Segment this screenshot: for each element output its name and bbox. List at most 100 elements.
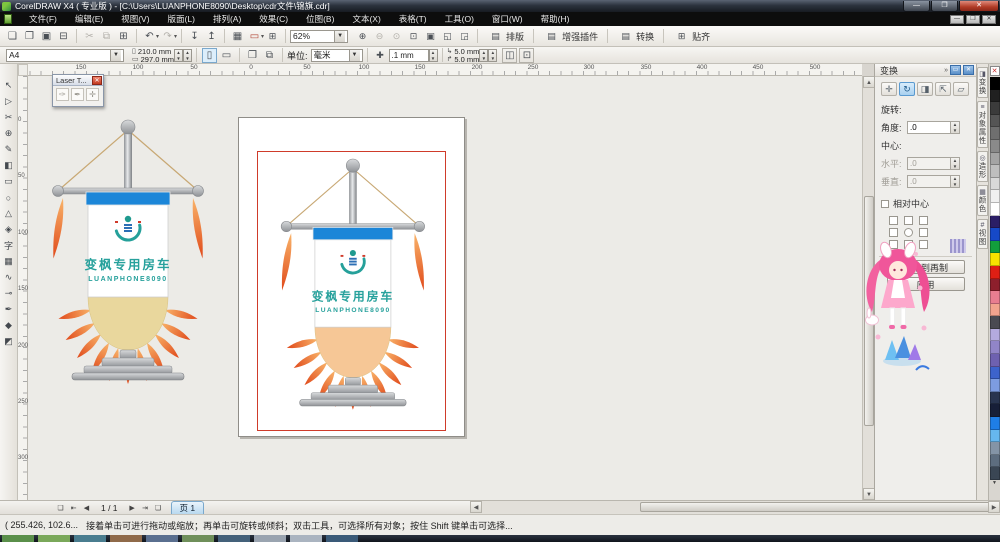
previous-page-icon[interactable]: ◀ — [80, 504, 93, 512]
color-swatch[interactable] — [989, 303, 1000, 317]
color-swatch[interactable] — [989, 404, 1000, 418]
center-h-spinner[interactable]: ▲ ▼ — [951, 157, 960, 170]
application-launcher-icon[interactable]: ▦ — [230, 29, 245, 44]
menu-item[interactable]: 视图(V) — [112, 12, 158, 26]
color-swatch[interactable] — [989, 341, 1000, 355]
paper-width-value[interactable]: 210.0 mm — [138, 47, 171, 55]
angle-spinner[interactable]: ▲ ▼ — [951, 121, 960, 134]
duplicate-spinner-2[interactable]: ▲ ▼ — [488, 48, 498, 62]
color-swatch[interactable] — [989, 202, 1000, 216]
menu-item[interactable]: 工具(O) — [436, 12, 483, 26]
redo-icon[interactable]: ↷ — [160, 29, 175, 44]
toolbox-tool[interactable]: 字 — [1, 238, 17, 253]
menu-item[interactable]: 文本(X) — [343, 12, 389, 26]
export-icon[interactable]: ↥ — [204, 29, 219, 44]
convert-button[interactable]: ▤ 转换 — [612, 28, 659, 44]
toolbox-tool[interactable]: ✎ — [1, 142, 17, 157]
laser-tool-icon-1[interactable]: ✑ — [56, 88, 69, 101]
laser-tool-icon-2[interactable]: ✒ — [71, 88, 84, 101]
docker-close-icon[interactable]: ✕ — [963, 65, 974, 75]
color-swatch[interactable] — [989, 442, 1000, 455]
menu-item[interactable]: 版面(L) — [159, 12, 204, 26]
horizontal-ruler[interactable]: 150 100 50 0 50 100 150 200 250 300 350 400 450 500 — [18, 64, 862, 76]
duplicate-v-value[interactable]: 5.0 mm — [454, 55, 479, 63]
taskbar-thumbnail[interactable] — [254, 535, 286, 542]
zoom-page-height-icon[interactable]: ◲ — [457, 29, 472, 44]
paper-size-spinner[interactable]: ▲ ▼ — [173, 48, 183, 62]
center-h-input[interactable] — [907, 157, 951, 170]
display-mode-icon[interactable]: ▭ — [247, 29, 262, 44]
options-icon[interactable]: ⊞ — [265, 29, 280, 44]
taskbar-thumbnail[interactable] — [110, 535, 142, 542]
color-swatch[interactable] — [989, 89, 1000, 103]
units-combo[interactable]: 毫米 ▼ — [310, 48, 363, 62]
windows-taskbar[interactable] — [0, 535, 1000, 542]
add-page-icon[interactable]: ❏ — [54, 504, 67, 512]
menu-item[interactable]: 位图(B) — [297, 12, 343, 26]
color-swatch[interactable] — [989, 328, 1000, 342]
horizontal-scrollbar[interactable]: ◀ ▶ — [470, 501, 1000, 513]
color-swatch[interactable] — [989, 354, 1000, 367]
next-page-icon[interactable]: ▶ — [126, 504, 139, 512]
pennant-left[interactable] — [26, 100, 226, 400]
color-swatch[interactable] — [989, 417, 1000, 430]
zoom-level-combo[interactable]: 62% ▼ — [290, 29, 349, 43]
landscape-icon[interactable]: ▭ — [219, 48, 234, 63]
color-swatch[interactable] — [989, 454, 1000, 468]
enhance-plugin-button[interactable]: ▤ 增强插件 — [538, 28, 603, 44]
color-swatch[interactable] — [989, 165, 1000, 178]
color-swatch[interactable] — [989, 127, 1000, 140]
duplicate-spinner[interactable]: ▲ ▼ — [479, 48, 489, 62]
transform-skew-tab[interactable]: ▱ — [953, 82, 969, 96]
zoom-page-icon[interactable]: ▣ — [423, 29, 438, 44]
transform-position-tab[interactable]: ✛ — [881, 82, 897, 96]
color-swatch[interactable] — [989, 291, 1000, 304]
nudge-spinner[interactable]: ▲ ▼ — [428, 48, 438, 62]
graphic-properties-icon[interactable]: ⊡ — [519, 47, 535, 63]
color-swatch[interactable] — [989, 253, 1000, 266]
docker-tab[interactable]: ◎ 造形 — [977, 151, 988, 182]
color-swatch[interactable] — [989, 114, 1000, 128]
palette-scroll-down-icon[interactable]: ▼ — [990, 480, 1000, 488]
menu-item[interactable]: 排列(A) — [204, 12, 250, 26]
color-swatch[interactable] — [989, 102, 1000, 115]
zoom-out-icon[interactable]: ⊖ — [372, 29, 387, 44]
toolbox-tool[interactable]: ▭ — [1, 174, 17, 189]
docker-tab[interactable]: ◨ 变换 — [977, 67, 988, 98]
zoom-in-icon[interactable]: ⊕ — [355, 29, 370, 44]
new-document-icon[interactable]: ❏ — [5, 29, 20, 44]
taskbar-thumbnail[interactable] — [146, 535, 178, 542]
color-swatch[interactable] — [989, 429, 1000, 443]
color-swatch[interactable] — [989, 215, 1000, 229]
toolbox-tool[interactable]: ▷ — [1, 94, 17, 109]
laser-floating-toolbar[interactable]: Laser T... ✕ ✑ ✒ ✛ — [52, 74, 104, 107]
restore-button[interactable]: ❐ — [931, 0, 958, 12]
taskbar-thumbnail[interactable] — [2, 535, 34, 542]
paste-icon[interactable]: ⊞ — [116, 29, 131, 44]
color-swatch[interactable] — [989, 379, 1000, 392]
nudge-offset-value[interactable]: .1 mm — [388, 48, 429, 62]
paper-type-combo[interactable]: A4 ▼ — [6, 48, 124, 62]
menu-item[interactable]: 编辑(E) — [66, 12, 112, 26]
toolbox-tool[interactable]: ◩ — [1, 334, 17, 349]
toolbox-tool[interactable]: ◈ — [1, 222, 17, 237]
scroll-right-icon[interactable]: ▶ — [988, 501, 1000, 513]
transform-rotate-tab[interactable]: ↻ — [899, 82, 915, 96]
paper-size-spinner-2[interactable]: ▲ ▼ — [182, 48, 192, 62]
doc-close-button[interactable]: ✕ — [982, 14, 996, 24]
zoom-all-objects-icon[interactable]: ⊡ — [406, 29, 421, 44]
center-v-spinner[interactable]: ▲ ▼ — [951, 175, 960, 188]
angle-input[interactable] — [907, 121, 951, 134]
color-swatch[interactable] — [989, 139, 1000, 153]
color-swatch[interactable] — [989, 391, 1000, 405]
docker-tab[interactable]: # 视图 — [977, 219, 988, 249]
zoom-selected-icon[interactable]: ⊙ — [389, 29, 404, 44]
chevron-down-icon[interactable]: ▼ — [348, 49, 360, 61]
pennant-right[interactable] — [256, 140, 446, 425]
docker-titlebar[interactable]: 变换 » ▭ ✕ — [875, 64, 976, 77]
laser-toolbar-titlebar[interactable]: Laser T... ✕ — [53, 75, 103, 86]
toolbox-tool[interactable]: ∿ — [1, 270, 17, 285]
undo-icon[interactable]: ↶ — [142, 29, 157, 44]
duplicate-h-value[interactable]: 5.0 mm — [454, 47, 479, 55]
taskbar-thumbnail[interactable] — [38, 535, 70, 542]
